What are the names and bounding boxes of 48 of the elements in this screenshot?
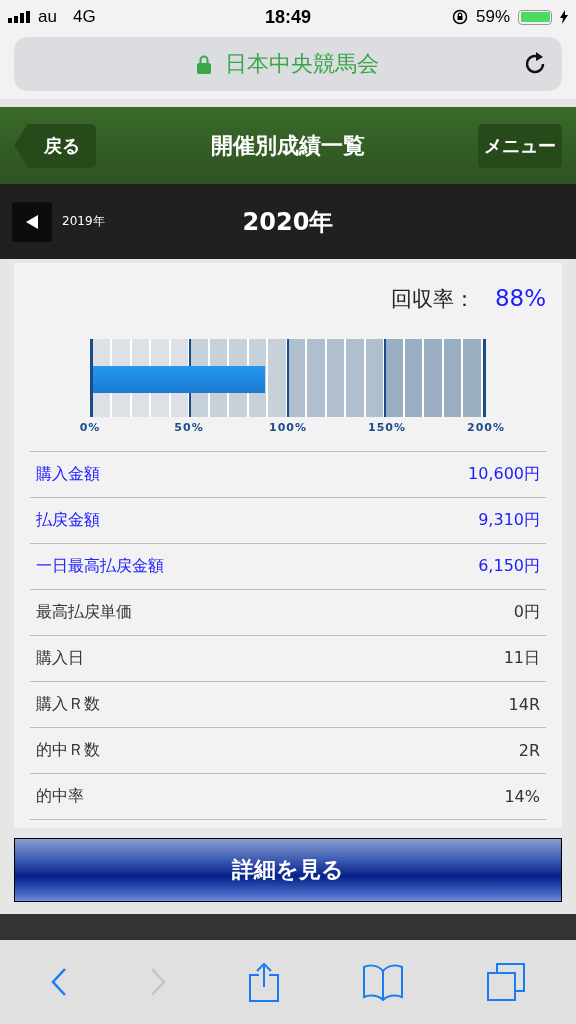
row-label: 的中率 [36,786,84,807]
link-row[interactable]: 購入金額 10,600円 [30,451,546,497]
detail-button[interactable]: 詳細を見る [14,838,562,902]
row-label: 払戻金額 [36,510,100,531]
row-value: 14% [504,787,540,806]
carrier: au [38,7,57,27]
tabs-icon[interactable] [486,963,525,1001]
gauge-tick-label: 200% [467,421,505,434]
recovery-value: 88% [494,285,546,311]
row-value: 2R [518,741,540,760]
gauge-tick-label: 150% [368,421,406,434]
left-triangle-icon [26,214,38,229]
row-label: 購入Ｒ数 [36,694,100,715]
recovery-label: 回収率： [390,286,475,313]
battery-icon [518,9,552,25]
gauge-tick-label: 50% [174,421,204,434]
site-name: 日本中央競馬会 [225,50,379,78]
row-label: 購入金額 [36,464,100,485]
back-button[interactable]: 戻る [14,123,96,168]
gauge-tick-label: 0% [79,421,101,434]
back-icon[interactable] [51,967,68,997]
row-value: 6,150円 [478,556,540,577]
row-value: 0円 [513,602,540,623]
page-title: 開催別成績一覧 [211,131,365,160]
row-label: 的中Ｒ数 [36,740,100,761]
current-year: 2020年 [242,206,334,238]
menu-button[interactable]: メニュー [478,123,562,168]
gauge-tick-label: 100% [269,421,307,434]
link-row[interactable]: 一日最高払戻金額 6,150円 [30,543,546,589]
charging-icon [560,10,568,24]
row-value: 14R [508,695,540,714]
clock: 18:49 [265,6,311,28]
share-icon[interactable] [247,962,280,1002]
lock-icon [197,54,211,74]
battery-percent: 59% [475,7,510,27]
row-label: 最高払戻単価 [36,602,132,623]
bookmarks-icon[interactable] [362,963,405,1001]
rotation-lock-icon [451,9,468,25]
previous-year-label[interactable]: 2019年 [62,213,105,230]
row-label: 一日最高払戻金額 [36,556,164,577]
previous-year-button[interactable] [12,201,52,242]
row-value: 11日 [503,648,540,669]
row-value: 9,310円 [478,510,540,531]
network-type: 4G [72,7,96,27]
link-row[interactable]: 払戻金額 9,310円 [30,497,546,543]
row-label: 購入日 [36,648,84,669]
signal-icon [8,11,30,23]
row-value: 10,600円 [468,464,540,485]
